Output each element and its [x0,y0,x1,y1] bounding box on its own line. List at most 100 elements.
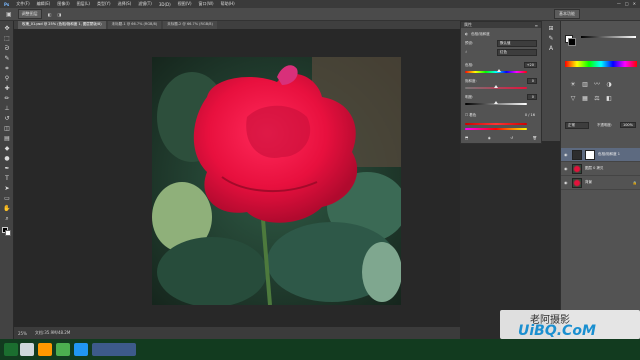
close-icon[interactable]: ✕ [633,1,636,6]
saturation-slider-knob[interactable] [494,85,498,88]
history-panel-icon[interactable]: ⊞ [547,25,555,33]
taskbar-app-3[interactable] [74,343,88,356]
delete-icon[interactable]: 🗑 [533,136,537,140]
path-select-tool-icon[interactable]: ➤ [3,185,11,193]
hand-tool-icon[interactable]: ✋ [3,205,11,213]
eraser-tool-icon[interactable]: ◫ [3,125,11,133]
taskbar-app-explorer[interactable] [20,343,34,356]
start-button[interactable] [4,343,18,356]
colorbalance-adjust-icon[interactable]: ⚖ [593,95,601,103]
menu-select[interactable]: 选择(S) [118,1,132,7]
healing-tool-icon[interactable]: ✚ [3,85,11,93]
maximize-icon[interactable]: □ [625,1,629,6]
layer-name[interactable]: 背景 [585,180,592,185]
opacity-field[interactable]: 100% [619,122,636,128]
eye-icon[interactable]: ◉ [564,152,569,157]
saturation-field[interactable]: 0 [527,78,537,84]
menu-image[interactable]: 图像(I) [57,1,69,7]
eye-icon[interactable]: ◉ [564,166,569,171]
rose-photo[interactable] [152,57,401,305]
color-swatch-bg[interactable] [568,38,576,46]
menu-window[interactable]: 窗口(W) [199,1,214,7]
dodge-tool-icon[interactable]: ● [3,155,11,163]
options-icon-2[interactable]: ◨ [57,12,61,17]
zoom-tool-icon[interactable]: ⌕ [3,215,11,223]
layer-row[interactable]: ◉ 色相/饱和度 1 [561,148,640,162]
hue-field[interactable]: +20 [523,62,537,68]
marquee-tool-icon[interactable]: ⬚ [3,35,11,43]
layer-name[interactable]: 色相/饱和度 1 [598,152,620,157]
taskbar-app-2[interactable] [56,343,70,356]
mode-select[interactable]: 调整图层 [17,9,42,19]
tab-document-3[interactable]: 未标题-2 @ 66.7% (RGB/8) [163,21,217,29]
history-brush-tool-icon[interactable]: ↺ [3,115,11,123]
channel-select[interactable]: 红色 [497,48,537,56]
zoom-level[interactable]: 25% [18,331,27,336]
color-ramp[interactable] [565,61,637,67]
brightness-adjust-icon[interactable]: ☀ [569,81,577,89]
preset-select[interactable]: 默认值 [497,39,537,47]
tools-panel: ✥ ⬚ ᘐ ✎ ⌗ ⚲ ✚ ✏ ⊥ ↺ ◫ ▤ ◆ ● ✒ T ➤ ▭ ✋ ⌕ [0,21,14,339]
menu-3d[interactable]: 3D(D) [159,2,171,7]
menu-edit[interactable]: 编辑(E) [37,1,51,7]
mask-thumb[interactable] [585,149,595,160]
panel-menu-icon[interactable]: ≡ [535,23,538,28]
lasso-tool-icon[interactable]: ᘐ [3,45,11,53]
tab-document-1[interactable]: 玫瑰_01.psd @ 25% (色相/饱和度 1, 图层蒙版/8) [18,21,106,29]
tool-preset-icon[interactable]: ▣ [6,11,12,18]
menu-type[interactable]: 类型(Y) [97,1,111,7]
eyedropper-tool-icon[interactable]: ⚲ [3,75,11,83]
quick-select-tool-icon[interactable]: ✎ [3,55,11,63]
tab-document-2[interactable]: 未标题-1 @ 66.7% (RGB/8) [107,21,162,29]
blur-tool-icon[interactable]: ◆ [3,145,11,153]
hue-slider-knob[interactable] [497,69,502,72]
move-tool-icon[interactable]: ✥ [3,25,11,33]
menu-filter[interactable]: 滤镜(T) [138,1,152,7]
exposure-adjust-icon[interactable]: ◑ [605,81,613,89]
range-slider-bottom[interactable] [465,128,527,130]
saturation-slider[interactable] [465,85,527,89]
lightness-field[interactable]: 0 [527,94,537,100]
color-slider[interactable] [581,36,636,38]
clip-icon[interactable]: ⬒ [465,136,468,140]
eye-icon[interactable]: ◉ [564,180,569,185]
layer-row[interactable]: ◉ 图层 0 拷贝 [561,162,640,176]
layer-name[interactable]: 图层 0 拷贝 [585,166,603,171]
menu-layer[interactable]: 图层(L) [77,1,90,7]
blend-mode-select[interactable]: 正常 [565,121,589,129]
colorize-checkbox[interactable]: ☐ 着色 [465,113,476,118]
char-panel-icon[interactable]: A [547,45,555,53]
brush-tool-icon[interactable]: ✏ [3,95,11,103]
pen-tool-icon[interactable]: ✒ [3,165,11,173]
visibility-icon[interactable]: ◉ [488,136,491,140]
background-color-swatch[interactable] [5,230,11,236]
bw-adjust-icon[interactable]: ◧ [605,95,613,103]
menu-help[interactable]: 帮助(H) [221,1,235,7]
workspace-select[interactable]: 基本功能 [554,9,580,19]
shape-tool-icon[interactable]: ▭ [3,195,11,203]
gradient-tool-icon[interactable]: ▤ [3,135,11,143]
taskbar-app-1[interactable] [38,343,52,356]
lightness-slider-knob[interactable] [494,101,498,104]
lightness-slider[interactable] [465,101,527,105]
stamp-tool-icon[interactable]: ⊥ [3,105,11,113]
hsl-adjust-icon[interactable]: ▦ [581,95,589,103]
targeted-adjust-icon[interactable]: ☝ [465,50,467,54]
layer-row[interactable]: ◉ 背景 🔒 [561,176,640,190]
levels-adjust-icon[interactable]: ▥ [581,81,589,89]
hue-slider[interactable] [465,69,527,73]
brush-panel-icon[interactable]: ✎ [547,35,555,43]
taskbar-photoshop[interactable] [92,343,136,356]
type-tool-icon[interactable]: T [3,175,11,183]
menu-view[interactable]: 视图(V) [178,1,192,7]
curves-adjust-icon[interactable]: 〰 [593,81,601,89]
menu-file[interactable]: 文件(F) [16,1,29,7]
vibrance-adjust-icon[interactable]: ▽ [569,95,577,103]
photoshop-window: Ps 文件(F) 编辑(E) 图像(I) 图层(L) 类型(Y) 选择(S) 滤… [0,0,640,360]
options-icon-1[interactable]: ◧ [48,12,52,17]
reset-icon[interactable]: ↺ [510,136,513,140]
saturation-label: 饱和度: [465,78,477,83]
range-slider-top[interactable] [465,123,527,125]
minimize-icon[interactable]: — [617,1,621,6]
crop-tool-icon[interactable]: ⌗ [3,65,11,73]
